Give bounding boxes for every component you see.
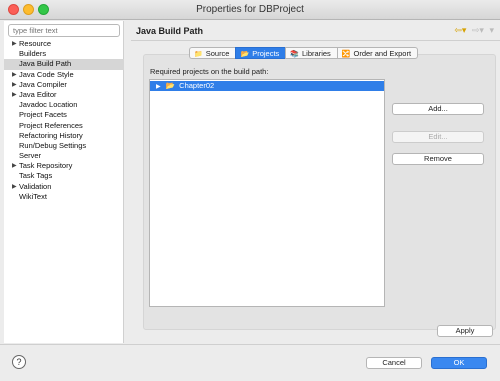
sidebar-item-label: Java Compiler bbox=[19, 79, 67, 89]
expand-arrow-icon[interactable]: ▶ bbox=[12, 182, 17, 192]
order-export-icon: 🔀 bbox=[341, 51, 351, 58]
sidebar: ▶ResourceBuildersJava Build Path▶Java Co… bbox=[4, 21, 124, 343]
sidebar-item-label: Validation bbox=[19, 181, 52, 191]
sidebar-item[interactable]: Project Facets bbox=[4, 110, 124, 120]
project-folder-icon: 📂 bbox=[165, 81, 176, 90]
sidebar-item[interactable]: Run/Debug Settings bbox=[4, 141, 124, 151]
expand-arrow-icon[interactable]: ▶ bbox=[12, 161, 17, 171]
expand-arrow-icon[interactable]: ▶ bbox=[12, 80, 17, 90]
sidebar-item[interactable]: Task Tags bbox=[4, 171, 124, 181]
cancel-button[interactable]: Cancel bbox=[366, 357, 422, 369]
sidebar-item[interactable]: Project References bbox=[4, 121, 124, 131]
title-bar: Properties for DBProject bbox=[0, 0, 500, 20]
tab-projects[interactable]: 📂 Projects bbox=[235, 47, 286, 59]
page-header: Java Build Path ⇦▾ ⇨▾ ▾ bbox=[131, 21, 500, 41]
sidebar-item-label: Run/Debug Settings bbox=[19, 140, 87, 150]
tab-label: Libraries bbox=[302, 49, 331, 58]
sidebar-item[interactable]: WikiText bbox=[4, 192, 124, 202]
category-tree: ▶ Resource Builders Java Build Path ▶ Java Co… bbox=[4, 39, 124, 202]
sidebar-item[interactable]: Builders bbox=[4, 49, 124, 59]
source-folder-icon: 📁 bbox=[194, 51, 203, 58]
projects-icon: 📂 bbox=[240, 51, 250, 58]
sidebar-item[interactable]: Refactoring History bbox=[4, 131, 124, 141]
apply-button[interactable]: Apply bbox=[437, 325, 493, 337]
view-menu-icon[interactable]: ▾ bbox=[489, 25, 494, 35]
expand-arrow-icon[interactable]: ▶ bbox=[12, 70, 17, 80]
tab-label: Order and Export bbox=[353, 49, 412, 58]
list-item[interactable]: ▶ 📂 Chapter02 bbox=[150, 81, 384, 91]
sidebar-item-label: WikiText bbox=[19, 191, 47, 201]
back-arrow-icon[interactable]: ⇦▾ bbox=[454, 25, 466, 35]
window-title: Properties for DBProject bbox=[196, 4, 304, 15]
sidebar-item[interactable]: ▶ Java Compiler bbox=[4, 80, 124, 90]
required-projects-label: Required projects on the build path: bbox=[150, 67, 269, 76]
sidebar-item-label: Resource bbox=[19, 39, 52, 48]
tab-bar: 📁 Source 📂 Projects 📚 Libraries 🔀 Order and Exp… bbox=[189, 47, 419, 59]
sidebar-item-label: Server bbox=[19, 151, 42, 161]
libraries-icon: 📚 bbox=[290, 51, 300, 58]
sidebar-item-label: Javadoc Location bbox=[19, 100, 78, 110]
main-panel: Java Build Path ⇦▾ ⇨▾ ▾ Required project… bbox=[131, 21, 500, 343]
expand-arrow-icon[interactable]: ▶ bbox=[12, 39, 17, 49]
filter-input[interactable] bbox=[8, 24, 120, 37]
sidebar-item-label: Java Editor bbox=[19, 89, 57, 99]
tab-order-and-export[interactable]: 🔀 Order and Export bbox=[336, 47, 419, 59]
forward-arrow-icon[interactable]: ⇨▾ bbox=[472, 25, 484, 35]
tab-label: Source bbox=[205, 49, 230, 58]
projects-list[interactable]: ▶ 📂 Chapter02 bbox=[149, 79, 385, 307]
expand-arrow-icon[interactable]: ▶ bbox=[156, 84, 161, 90]
sidebar-item[interactable]: Javadoc Location bbox=[4, 100, 124, 110]
sidebar-item-label: Task Tags bbox=[19, 171, 53, 181]
tab-libraries[interactable]: 📚 Libraries bbox=[285, 47, 337, 59]
sidebar-item[interactable]: ▶ Java Code Style bbox=[4, 70, 124, 80]
expand-arrow-icon[interactable]: ▶ bbox=[12, 90, 17, 100]
sidebar-item[interactable]: ▶ Resource bbox=[4, 39, 124, 49]
history-navigation: ⇦▾ ⇨▾ ▾ bbox=[451, 25, 494, 36]
page-title: Java Build Path bbox=[136, 26, 204, 36]
help-icon[interactable]: ? bbox=[12, 355, 26, 369]
ok-button[interactable]: OK bbox=[431, 357, 487, 369]
sidebar-item[interactable]: ▶ Java Editor bbox=[4, 90, 124, 100]
sidebar-item-label: Project References bbox=[19, 120, 83, 130]
dialog-footer: ? Cancel OK bbox=[0, 344, 500, 381]
sidebar-item[interactable]: Java Build Path bbox=[4, 59, 124, 70]
sidebar-item[interactable]: ▶ Validation bbox=[4, 182, 124, 192]
properties-window: Properties for DBProject ▶ResourceBuilde… bbox=[0, 0, 500, 381]
sidebar-item[interactable]: ▶ Task Repository bbox=[4, 161, 124, 171]
tab-source[interactable]: 📁 Source bbox=[189, 47, 236, 59]
sidebar-item-label: Java Build Path bbox=[19, 59, 72, 69]
tab-label: Projects bbox=[252, 49, 280, 58]
sidebar-item-label: Refactoring History bbox=[19, 130, 83, 140]
sidebar-item[interactable]: Server bbox=[4, 151, 124, 161]
sidebar-item-label: Project Facets bbox=[19, 110, 67, 120]
remove-button[interactable]: Remove bbox=[392, 153, 484, 165]
content-area: Required projects on the build path: ▶ 📂… bbox=[143, 54, 496, 330]
project-label: Chapter02 bbox=[179, 81, 215, 90]
edit-button[interactable]: Edit... bbox=[392, 131, 484, 143]
sidebar-item-label: Task Repository bbox=[19, 161, 73, 171]
sidebar-item-label: Builders bbox=[19, 49, 47, 59]
add-button[interactable]: Add... bbox=[392, 103, 484, 115]
sidebar-item-label: Java Code Style bbox=[19, 69, 74, 79]
